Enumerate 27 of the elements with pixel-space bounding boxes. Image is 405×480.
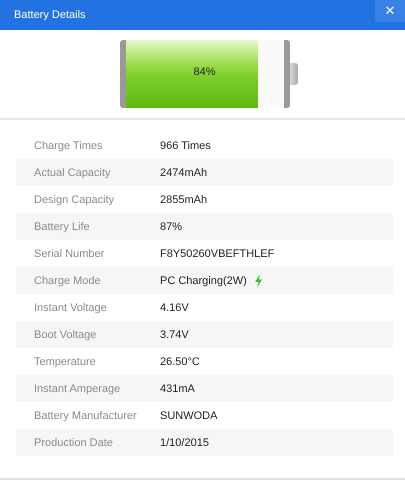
detail-label: Temperature xyxy=(34,356,97,368)
detail-value: 26.50°C xyxy=(160,356,200,368)
detail-value: 966 Times xyxy=(160,140,211,152)
battery-percentage: 84% xyxy=(192,66,217,78)
detail-label: Battery Manufacturer xyxy=(34,410,138,422)
detail-value: 431mA xyxy=(160,382,195,394)
detail-value: 87% xyxy=(160,220,182,232)
detail-label: Instant Amperage xyxy=(34,382,122,394)
detail-value: 1/10/2015 xyxy=(160,436,209,448)
detail-value: PC Charging(2W) xyxy=(160,274,247,286)
detail-label: Production Date xyxy=(34,436,114,448)
detail-value: 3.74V xyxy=(160,328,189,340)
detail-value: 2474mAh xyxy=(160,166,208,178)
detail-label: Boot Voltage xyxy=(34,328,98,340)
detail-value: SUNWODA xyxy=(160,410,218,422)
detail-label: Charge Mode xyxy=(34,274,102,286)
window-title: Battery Details xyxy=(14,9,86,21)
detail-label: Charge Times xyxy=(34,140,104,152)
detail-label: Serial Number xyxy=(34,248,106,260)
detail-value: 4.16V xyxy=(160,302,189,314)
detail-value: F8Y50260VBEFTHLEF xyxy=(160,248,274,260)
detail-label: Battery Life xyxy=(34,220,91,232)
detail-value: 2855mAh xyxy=(160,194,208,206)
close-button[interactable]: ✕ xyxy=(375,0,405,22)
detail-label: Actual Capacity xyxy=(34,166,112,178)
detail-label: Design Capacity xyxy=(34,194,116,206)
detail-label: Instant Voltage xyxy=(34,302,108,314)
